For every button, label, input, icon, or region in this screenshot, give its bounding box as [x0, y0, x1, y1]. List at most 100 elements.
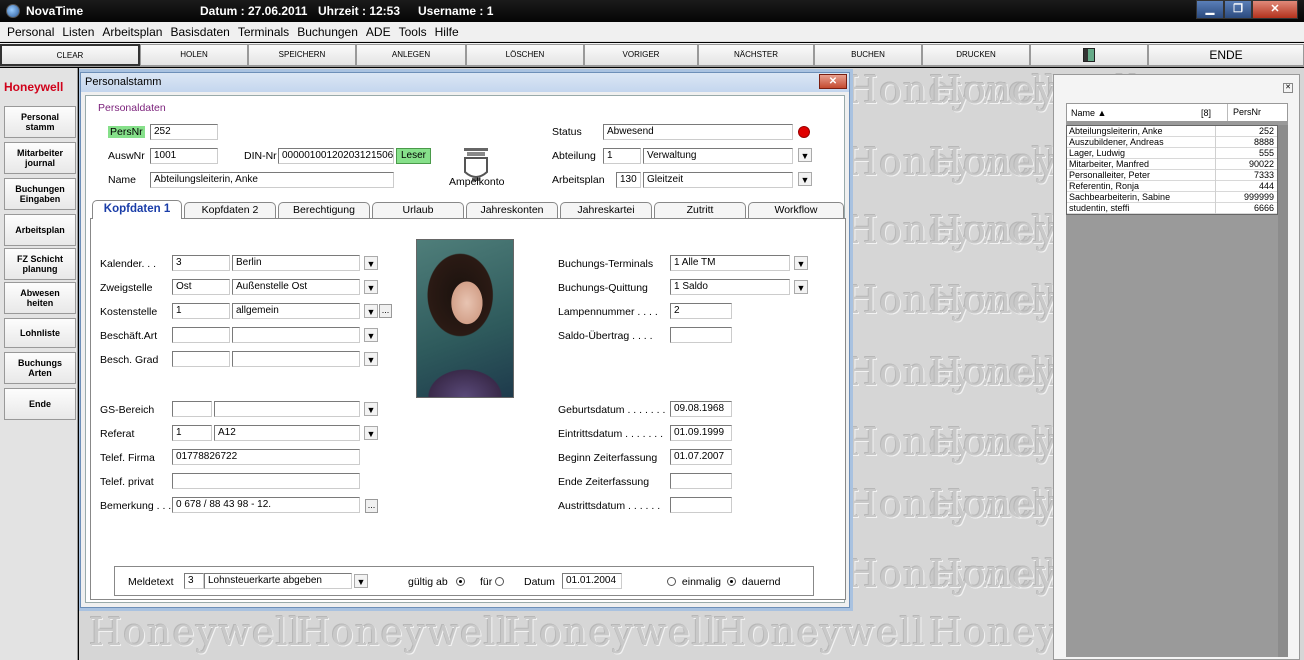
maximize-button[interactable]: ❐	[1224, 0, 1252, 19]
menu-ade[interactable]: ADE	[362, 25, 395, 39]
persnr-field[interactable]: 252	[150, 124, 218, 140]
menu-terminals[interactable]: Terminals	[234, 25, 293, 39]
chevron-down-icon[interactable]: ▼	[364, 352, 378, 366]
naechster-button[interactable]: Nächster	[698, 44, 814, 66]
referat-select[interactable]: A12	[214, 425, 360, 441]
sidebar-item-arbeitsplan[interactable]: Arbeitsplan	[4, 214, 76, 246]
beschaeftart-nr-field[interactable]	[172, 327, 230, 343]
sidebar-item-buchungen-eingaben[interactable]: Buchungen Eingaben	[4, 178, 76, 210]
telef-firma-field[interactable]: 01778826722	[172, 449, 360, 465]
list-item[interactable]: Mitarbeiter, Manfred 90022	[1067, 159, 1277, 170]
drucken-button[interactable]: Drucken	[922, 44, 1030, 66]
list-scrollbar[interactable]	[1278, 125, 1288, 657]
kostenstelle-more-button[interactable]: ...	[379, 304, 392, 318]
tab-workflow[interactable]: Workflow	[748, 202, 844, 218]
chevron-down-icon[interactable]: ▼	[364, 426, 378, 440]
chevron-down-icon[interactable]: ▼	[798, 148, 812, 162]
kostenstelle-nr-field[interactable]: 1	[172, 303, 230, 319]
buchen-button[interactable]: Buchen	[814, 44, 922, 66]
list-item[interactable]: Auszubildener, Andreas 8888	[1067, 137, 1277, 148]
bemerkung-more-button[interactable]: ...	[365, 499, 378, 513]
anlegen-button[interactable]: Anlegen	[356, 44, 466, 66]
bemerkung-field[interactable]: 0 678 / 88 43 98 - 12.	[172, 497, 360, 513]
beschaeftart-select[interactable]	[232, 327, 360, 343]
minimize-button[interactable]: ▁	[1196, 0, 1224, 19]
tab-jahreskartei[interactable]: Jahreskartei	[560, 202, 652, 218]
meldetext-select[interactable]: Lohnsteuerkarte abgeben	[204, 573, 352, 589]
saldo-uebertrag-field[interactable]	[670, 327, 732, 343]
telef-privat-field[interactable]	[172, 473, 360, 489]
chevron-down-icon[interactable]: ▼	[794, 280, 808, 294]
panel-close-icon[interactable]: ✕	[1283, 83, 1293, 93]
kalender-nr-field[interactable]: 3	[172, 255, 230, 271]
chevron-down-icon[interactable]: ▼	[364, 402, 378, 416]
beschgrad-select[interactable]	[232, 351, 360, 367]
close-button[interactable]: ✕	[1252, 0, 1298, 19]
austrittsdatum-field[interactable]	[670, 497, 732, 513]
lampennummer-field[interactable]: 2	[670, 303, 732, 319]
menu-tools[interactable]: Tools	[395, 25, 431, 39]
dauernd-radio[interactable]	[727, 577, 736, 586]
exit-door-button[interactable]	[1030, 44, 1148, 66]
arbeitsplan-select[interactable]: Gleitzeit	[643, 172, 793, 188]
clear-button[interactable]: Clear	[0, 44, 140, 66]
list-item[interactable]: Referentin, Ronja 444	[1067, 181, 1277, 192]
sidebar-item-lohnliste[interactable]: Lohnliste	[4, 318, 76, 348]
loeschen-button[interactable]: Löschen	[466, 44, 584, 66]
chevron-down-icon[interactable]: ▼	[364, 304, 378, 318]
chevron-down-icon[interactable]: ▼	[794, 256, 808, 270]
menu-basisdaten[interactable]: Basisdaten	[166, 25, 233, 39]
list-item[interactable]: Abteilungsleiterin, Anke 252	[1067, 126, 1277, 137]
chevron-down-icon[interactable]: ▼	[798, 172, 812, 186]
dialog-close-button[interactable]: ✕	[819, 74, 847, 89]
column-persnr-header[interactable]: PersNr	[1227, 104, 1287, 121]
gueltig-ab-radio[interactable]	[455, 577, 465, 586]
menu-arbeitsplan[interactable]: Arbeitsplan	[98, 25, 166, 39]
ende-zeiterfassung-field[interactable]	[670, 473, 732, 489]
sidebar-item-personalstamm[interactable]: Personal stamm	[4, 106, 76, 138]
sidebar-item-ende[interactable]: Ende	[4, 388, 76, 420]
tab-urlaub[interactable]: Urlaub	[372, 202, 464, 218]
geburtsdatum-field[interactable]: 09.08.1968	[670, 401, 732, 417]
column-name-header[interactable]: Name ▲	[1071, 108, 1106, 118]
tab-jahreskonten[interactable]: Jahreskonten	[466, 202, 558, 218]
gs-bereich-nr-field[interactable]	[172, 401, 212, 417]
kostenstelle-select[interactable]: allgemein	[232, 303, 360, 319]
arbeitsplan-nr-field[interactable]: 130	[616, 172, 641, 188]
name-field[interactable]: Abteilungsleiterin, Anke	[150, 172, 394, 188]
tab-kopfdaten-1[interactable]: Kopfdaten 1	[92, 200, 182, 219]
einmalig-radio[interactable]	[667, 577, 676, 586]
sidebar-item-abwesenheiten[interactable]: Abwesen heiten	[4, 282, 76, 314]
auswnr-field[interactable]: 1001	[150, 148, 218, 164]
buchungs-quittung-select[interactable]: 1 Saldo	[670, 279, 790, 295]
abteilung-select[interactable]: Verwaltung	[643, 148, 793, 164]
chevron-down-icon[interactable]: ▼	[354, 574, 368, 588]
holen-button[interactable]: Holen	[140, 44, 248, 66]
chevron-down-icon[interactable]: ▼	[364, 280, 378, 294]
menu-personal[interactable]: Personal	[3, 25, 58, 39]
menu-listen[interactable]: Listen	[58, 25, 98, 39]
meldetext-datum-field[interactable]: 01.01.2004	[562, 573, 622, 589]
chevron-down-icon[interactable]: ▼	[364, 328, 378, 342]
voriger-button[interactable]: Voriger	[584, 44, 698, 66]
list-item[interactable]: Lager, Ludwig 555	[1067, 148, 1277, 159]
tab-berechtigung[interactable]: Berechtigung	[278, 202, 370, 218]
beschgrad-nr-field[interactable]	[172, 351, 230, 367]
eintrittsdatum-field[interactable]: 01.09.1999	[670, 425, 732, 441]
kalender-select[interactable]: Berlin	[232, 255, 360, 271]
tab-zutritt[interactable]: Zutritt	[654, 202, 746, 218]
menu-buchungen[interactable]: Buchungen	[293, 25, 362, 39]
ende-button[interactable]: ENDE	[1148, 44, 1304, 66]
list-item[interactable]: Sachbearbeiterin, Sabine 999999	[1067, 192, 1277, 203]
sidebar-item-buchungsarten[interactable]: Buchungs Arten	[4, 352, 76, 384]
list-item[interactable]: studentin, steffi 6666	[1067, 203, 1277, 214]
list-item[interactable]: Personalleiter, Peter 7333	[1067, 170, 1277, 181]
buchungs-terminals-select[interactable]: 1 Alle TM	[670, 255, 790, 271]
chevron-down-icon[interactable]: ▼	[364, 256, 378, 270]
fuer-radio[interactable]	[495, 577, 505, 586]
gs-bereich-select[interactable]	[214, 401, 360, 417]
sidebar-item-fz-schichtplanung[interactable]: FZ Schicht planung	[4, 248, 76, 280]
dinnr-field[interactable]: 00000100120203121506	[278, 148, 394, 164]
beginn-zeiterfassung-field[interactable]: 01.07.2007	[670, 449, 732, 465]
sidebar-item-mitarbeiterjournal[interactable]: Mitarbeiter journal	[4, 142, 76, 174]
